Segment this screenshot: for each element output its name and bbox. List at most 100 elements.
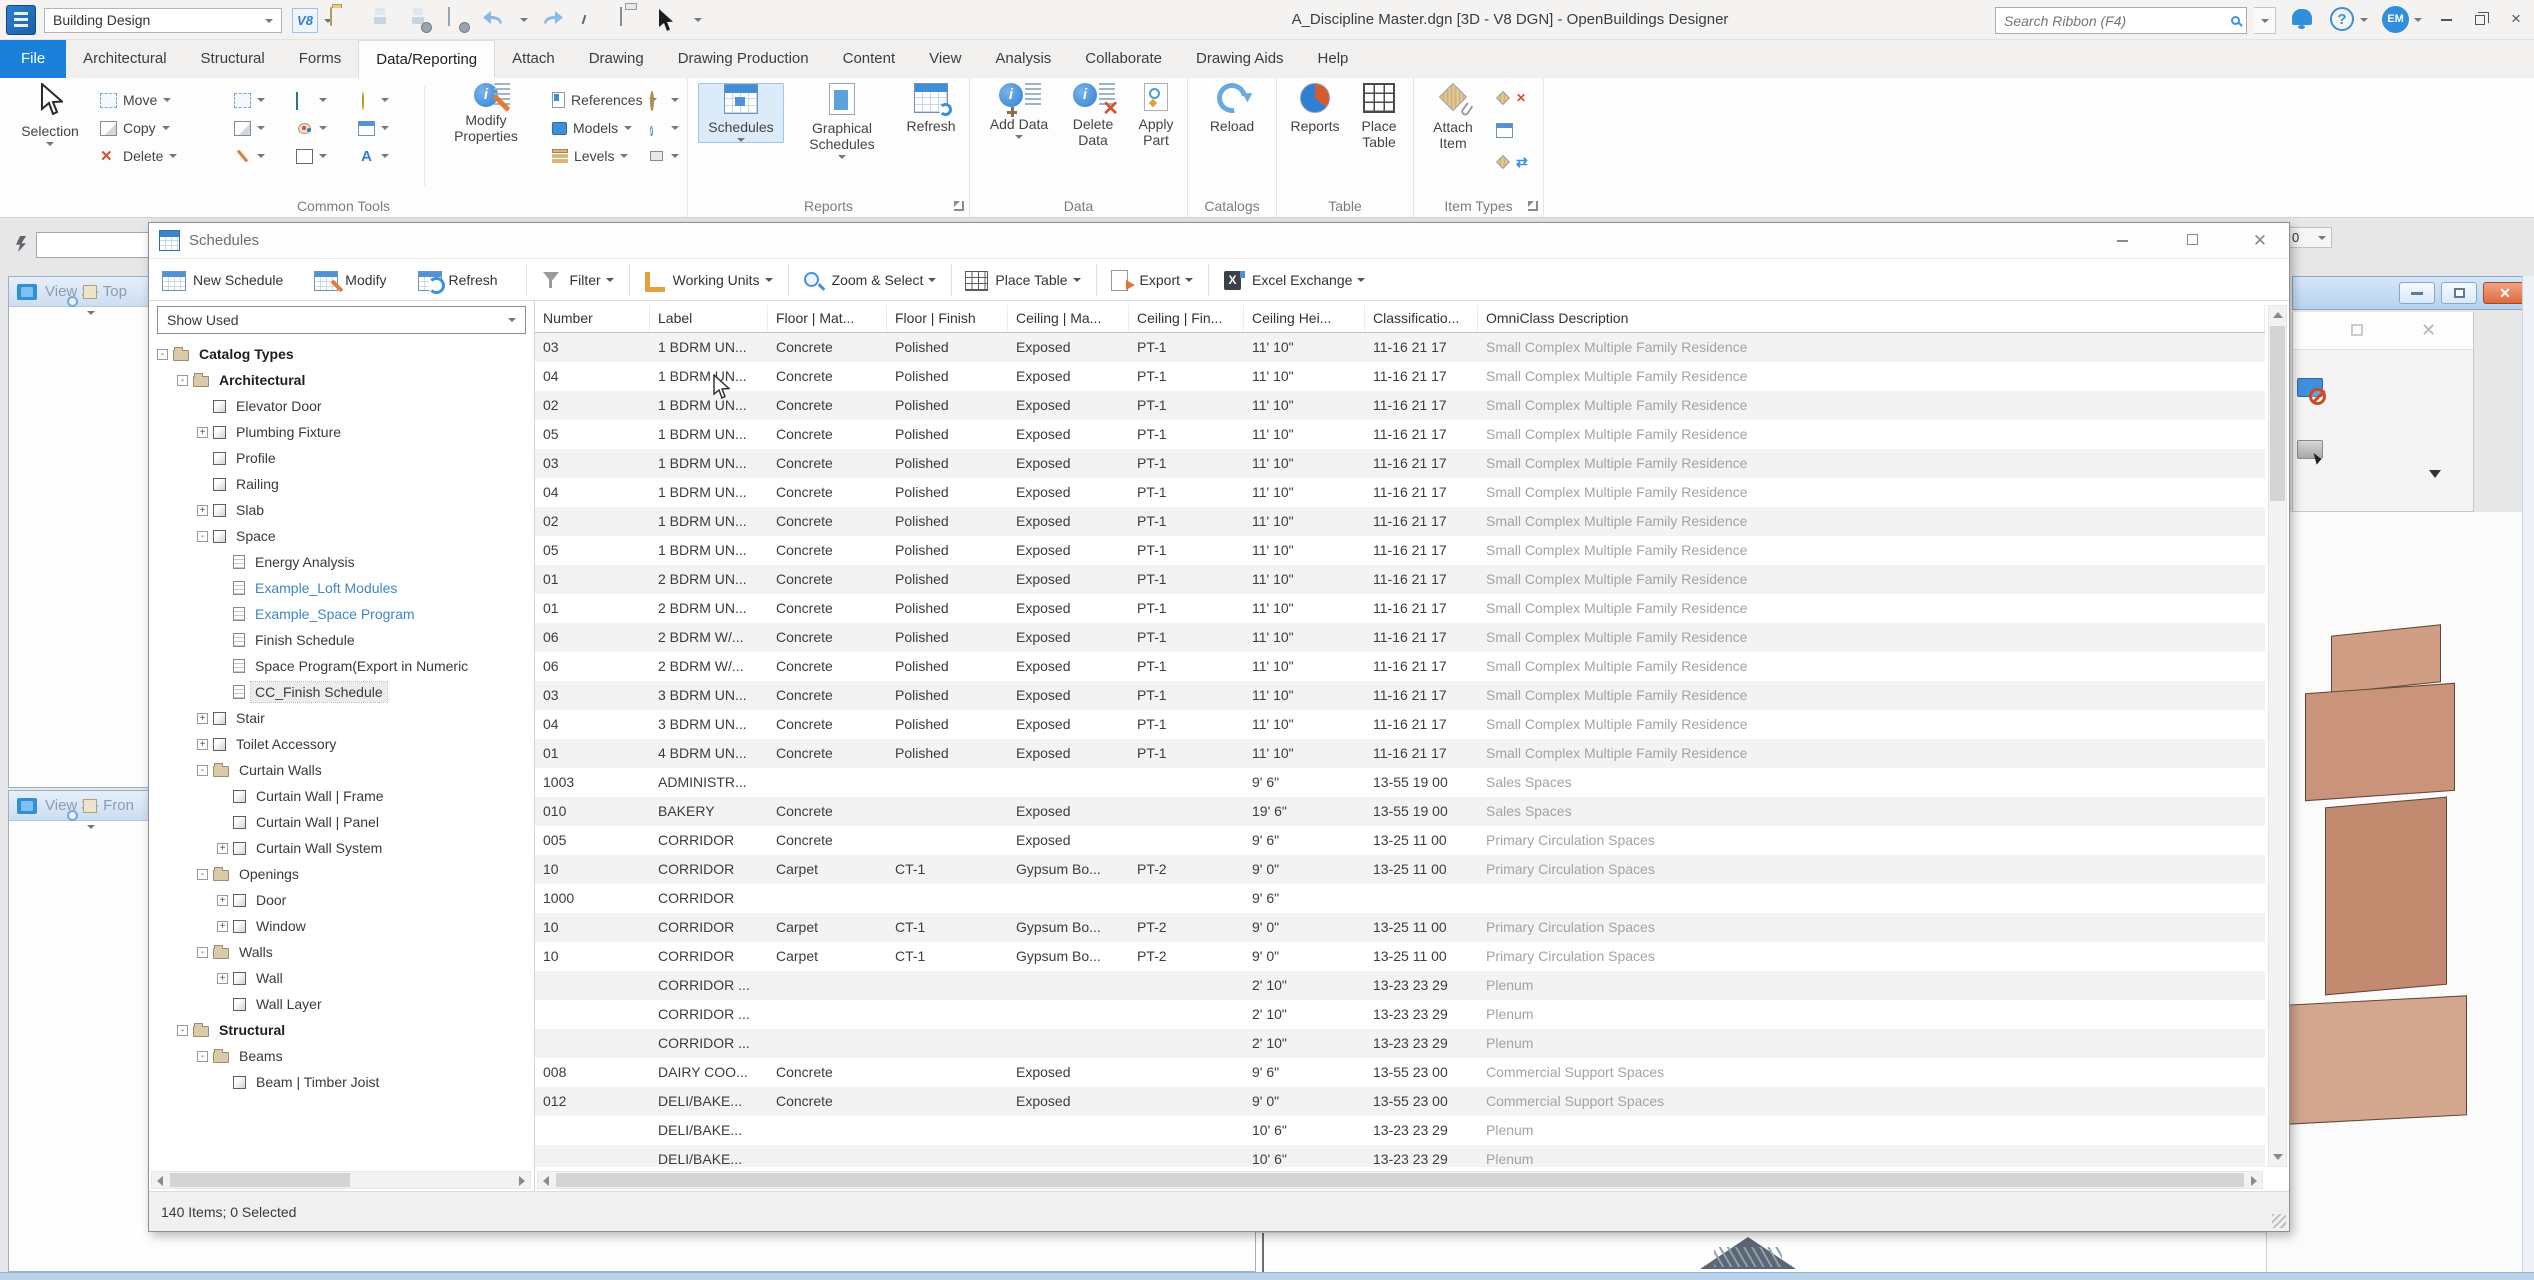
table-row[interactable]: CORRIDOR ... 2' 10" 13-23 23 29 Plenum (535, 1029, 2265, 1058)
cell-button[interactable] (358, 116, 389, 140)
attach-item-button[interactable]: Attach Item (1422, 83, 1484, 151)
save-settings-button[interactable] (406, 8, 430, 32)
add-data-button[interactable]: i Add Data (984, 83, 1054, 139)
fence-button[interactable] (234, 116, 265, 140)
search-options-button[interactable] (2254, 7, 2276, 34)
table-row[interactable]: CORRIDOR ... 2' 10" 13-23 23 29 Plenum (535, 1000, 2265, 1029)
toolbar-button[interactable]: New Schedule (153, 264, 305, 296)
toolbar-button[interactable]: Working Units (633, 264, 789, 296)
levels-button[interactable]: Levels (552, 144, 628, 168)
tree-expander[interactable]: - (197, 947, 208, 958)
tree-item[interactable]: + Slab (151, 497, 531, 523)
notifications-bell-icon[interactable] (2292, 9, 2312, 25)
tree-item[interactable]: - Structural (151, 1017, 531, 1043)
user-avatar[interactable]: EM (2382, 6, 2409, 33)
ribbon-tab[interactable]: Attach (495, 40, 572, 78)
tree-item[interactable]: Elevator Door (151, 393, 531, 419)
tree-expander[interactable]: - (177, 1025, 188, 1036)
tree-expander[interactable]: - (197, 531, 208, 542)
tree-expander[interactable]: + (197, 713, 208, 724)
ribbon-tab[interactable]: Analysis (978, 40, 1068, 78)
table-row[interactable]: 1000 CORRIDOR 9' 6" (535, 884, 2265, 913)
reload-button[interactable]: Reload (1196, 83, 1268, 134)
tree-item[interactable]: + Stair (151, 705, 531, 731)
tree-item[interactable]: - Beams (151, 1043, 531, 1069)
selection-tool-button[interactable]: Selection (10, 83, 90, 146)
scroll-down-icon[interactable] (2273, 1154, 2283, 1160)
delete-button[interactable]: ✕ Delete (100, 144, 177, 168)
tree-item[interactable]: + Toilet Accessory (151, 731, 531, 757)
toolbar-button[interactable]: Zoom & Select (792, 264, 953, 296)
ribbon-tab[interactable]: Forms (282, 40, 359, 78)
restore-button[interactable] (2468, 11, 2492, 29)
view-3-tools[interactable] (67, 799, 97, 825)
pointer-tool-icon[interactable] (656, 8, 680, 32)
scroll-left-icon[interactable] (543, 1176, 549, 1186)
tree-item[interactable]: Curtain Wall | Frame (151, 783, 531, 809)
table-row[interactable]: 01 4 BDRM UN... Concrete Polished Expose… (535, 739, 2265, 768)
tree-item[interactable]: - Space (151, 523, 531, 549)
element-info-button[interactable]: i (648, 116, 679, 140)
dialog-title-bar[interactable]: Schedules ✕ (149, 223, 2289, 259)
ribbon-tab[interactable]: View (912, 40, 978, 78)
copy-button[interactable]: Copy (100, 116, 170, 140)
table-row[interactable]: 1003 ADMINISTR... 9' 6" 13-55 19 00 Sale… (535, 768, 2265, 797)
bg-minimize-button[interactable] (2399, 282, 2435, 304)
scroll-left-icon[interactable] (157, 1176, 163, 1186)
dialog-close-button[interactable]: ✕ (2245, 229, 2275, 253)
undo-history-chevron-icon[interactable] (520, 18, 528, 22)
shape-button[interactable] (296, 144, 327, 168)
tree-item[interactable]: + Wall (151, 965, 531, 991)
tree-expander[interactable]: + (217, 843, 228, 854)
tree-horizontal-scrollbar[interactable] (151, 1171, 531, 1189)
tree-item[interactable]: - Walls (151, 939, 531, 965)
ribbon-tab[interactable]: Drawing Production (661, 40, 826, 78)
tree-expander[interactable]: + (217, 973, 228, 984)
table-row[interactable]: DELI/BAKE... 10' 6" 13-23 23 29 Plenum (535, 1116, 2265, 1145)
table-row[interactable]: CORRIDOR ... 2' 10" 13-23 23 29 Plenum (535, 971, 2265, 1000)
ribbon-tab[interactable]: Help (1301, 40, 1366, 78)
toolbar-button[interactable]: Excel Exchange (1212, 264, 1374, 296)
close-button[interactable]: × (2504, 11, 2528, 29)
panel-dropdown-icon[interactable] (2429, 470, 2441, 478)
help-chevron-icon[interactable] (2360, 18, 2368, 22)
table-row[interactable]: 04 3 BDRM UN... Concrete Polished Expose… (535, 710, 2265, 739)
table-row[interactable]: 06 2 BDRM W/... Concrete Polished Expose… (535, 652, 2265, 681)
customize-toolbar-chevron-icon[interactable] (694, 18, 702, 22)
tree-item[interactable]: Example_Space Program (151, 601, 531, 627)
column-header[interactable]: Floor | Mat... (768, 305, 887, 332)
table-row[interactable]: 01 2 BDRM UN... Concrete Polished Expose… (535, 565, 2265, 594)
tree-expander[interactable]: + (217, 895, 228, 906)
column-header[interactable]: Number (535, 305, 650, 332)
bg-close-button[interactable]: ✕ (2483, 282, 2527, 304)
column-header[interactable]: Label (650, 305, 768, 332)
tree-item[interactable]: + Curtain Wall System (151, 835, 531, 861)
print-button[interactable] (618, 8, 642, 32)
ribbon-tab[interactable]: Drawing (572, 40, 661, 78)
column-header[interactable]: Ceiling | Fin... (1129, 305, 1244, 332)
show-used-select[interactable]: Show Used (157, 306, 526, 334)
search-input[interactable] (2002, 12, 2231, 30)
scrollbar-thumb[interactable] (170, 1173, 350, 1187)
measure-button[interactable] (296, 88, 327, 112)
models-button[interactable]: Models (552, 116, 632, 140)
workflow-select[interactable]: Building Design (44, 8, 282, 33)
ribbon-tab[interactable]: Structural (184, 40, 282, 78)
redo-button[interactable] (542, 8, 566, 32)
ribbon-tab[interactable]: File (0, 40, 66, 78)
save-as-button[interactable] (444, 8, 468, 32)
tree-item[interactable]: CC_Finish Schedule (151, 679, 531, 705)
undo-button[interactable] (482, 8, 506, 32)
table-horizontal-scrollbar[interactable] (537, 1171, 2263, 1189)
marquee-select-button[interactable] (234, 88, 265, 112)
scrollbar-thumb[interactable] (556, 1173, 2244, 1187)
tree-item[interactable]: - Catalog Types (151, 341, 531, 367)
scroll-up-icon[interactable] (2273, 312, 2283, 318)
table-row[interactable]: DELI/BAKE... 10' 6" 13-23 23 29 Plenum (535, 1145, 2265, 1167)
tree-item[interactable]: Wall Layer (151, 991, 531, 1017)
item-details-button[interactable] (1496, 118, 1513, 142)
v8-badge[interactable]: V8 (292, 8, 318, 33)
tree-expander[interactable]: - (197, 1051, 208, 1062)
tree-item[interactable]: Example_Loft Modules (151, 575, 531, 601)
panel-close-icon[interactable]: ✕ (2421, 320, 2436, 341)
